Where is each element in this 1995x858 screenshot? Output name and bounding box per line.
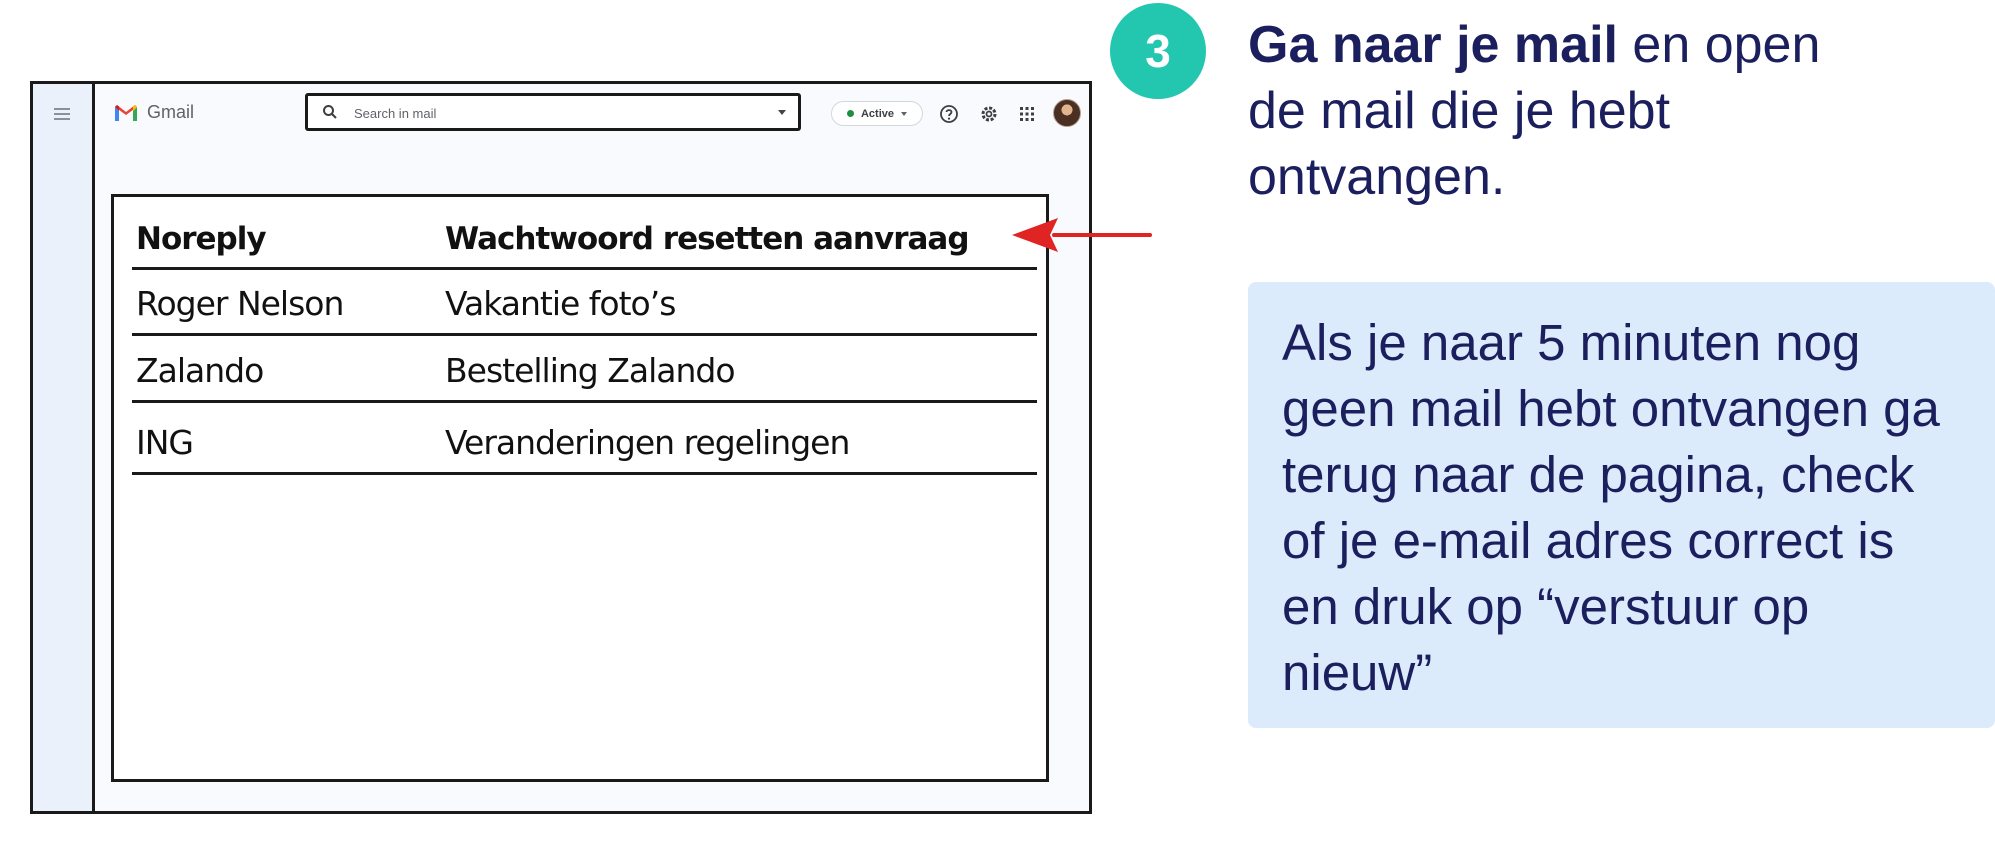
mail-sender: Noreply: [136, 221, 267, 257]
mail-sender: Roger Nelson: [136, 284, 344, 323]
gmail-app-name: Gmail: [147, 102, 195, 122]
help-icon[interactable]: [939, 104, 959, 124]
mail-row-roger-nelson[interactable]: Roger Nelson Vakantie foto’s: [132, 270, 1037, 336]
gmail-window: Gmail Active Noreply Wachtwoord rese: [30, 81, 1092, 814]
step-number-badge: 3: [1110, 3, 1206, 99]
mail-subject: Bestelling Zalando: [445, 351, 736, 390]
mail-sender: Zalando: [136, 351, 264, 390]
mail-subject: Wachtwoord resetten aanvraag: [445, 221, 970, 257]
gmail-side-rail: [33, 84, 95, 811]
mail-row-ing[interactable]: ING Veranderingen regelingen: [132, 403, 1037, 475]
chevron-down-icon: [901, 111, 908, 116]
tip-box: Als je naar 5 minuten nog geen mail hebt…: [1248, 282, 1995, 728]
search-options-chevron-icon[interactable]: [778, 110, 786, 115]
search-bar[interactable]: [305, 93, 801, 131]
gmail-logo[interactable]: Gmail: [113, 102, 194, 123]
settings-icon[interactable]: [979, 104, 999, 124]
search-input[interactable]: [352, 101, 756, 125]
menu-icon[interactable]: [54, 108, 70, 120]
mail-row-noreply[interactable]: Noreply Wachtwoord resetten aanvraag: [132, 197, 1037, 270]
mail-list: Noreply Wachtwoord resetten aanvraag Rog…: [111, 194, 1049, 782]
arrow-left-icon: [1012, 218, 1152, 252]
apps-grid-icon[interactable]: [1017, 104, 1037, 124]
search-icon[interactable]: [322, 104, 338, 120]
mail-subject: Veranderingen regelingen: [445, 423, 850, 462]
status-active-button[interactable]: Active: [831, 101, 923, 126]
mail-subject: Vakantie foto’s: [445, 284, 676, 323]
status-dot-icon: [846, 110, 854, 117]
avatar[interactable]: [1053, 99, 1081, 127]
step-title-bold: Ga naar je mail: [1248, 16, 1618, 74]
tip-text: Als je naar 5 minuten nog geen mail hebt…: [1282, 314, 1940, 701]
step-instruction: Ga naar je mail en open de mail die je h…: [1248, 12, 1888, 210]
mail-row-zalando[interactable]: Zalando Bestelling Zalando: [132, 336, 1037, 403]
status-label: Active: [860, 107, 895, 120]
mail-sender: ING: [136, 423, 194, 462]
gmail-logo-icon: [115, 104, 137, 121]
